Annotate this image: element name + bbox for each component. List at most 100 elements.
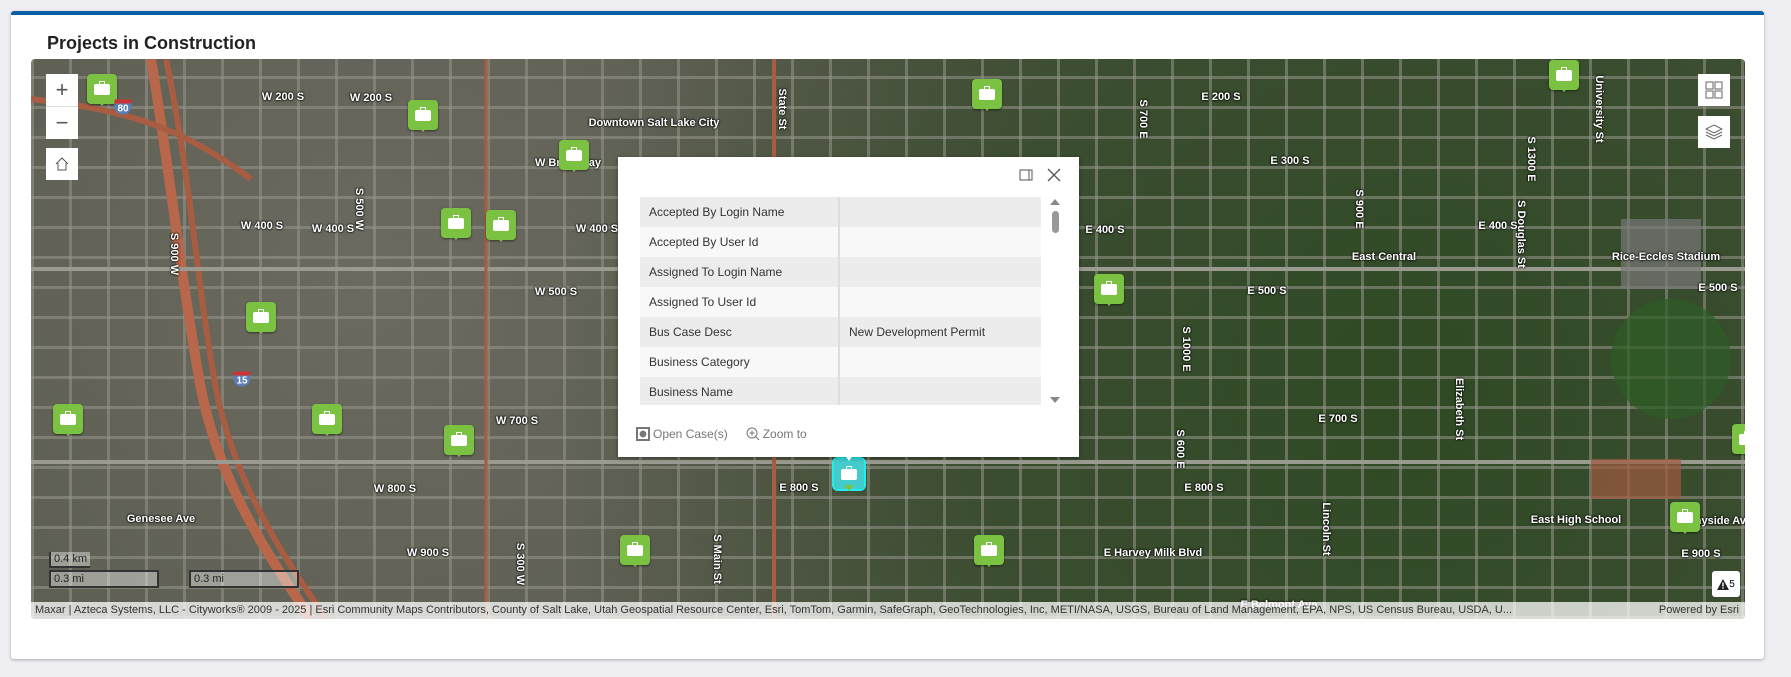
street-label: W 900 S: [406, 547, 450, 559]
street-label: S 500 W: [353, 187, 365, 231]
briefcase-icon: [841, 466, 857, 480]
scroll-thumb[interactable]: [1051, 211, 1059, 233]
open-cases-action[interactable]: Open Case(s): [636, 427, 728, 441]
scroll-up-arrow[interactable]: [1050, 199, 1060, 205]
dock-icon[interactable]: [1019, 169, 1033, 181]
street-label: E 400 S: [1478, 220, 1518, 232]
project-marker[interactable]: [312, 404, 342, 436]
field-name: Bus Case Desc: [640, 317, 840, 347]
briefcase-icon: [94, 81, 110, 95]
project-marker[interactable]: [441, 208, 471, 240]
scroll-down-arrow[interactable]: [1050, 397, 1060, 403]
attribute-row: Assigned To Login Name: [640, 257, 1041, 287]
project-marker[interactable]: [1094, 274, 1124, 306]
briefcase-icon: [451, 432, 467, 446]
briefcase-icon: [319, 411, 335, 425]
project-marker[interactable]: [972, 79, 1002, 111]
street-label: East High School: [1530, 514, 1622, 526]
project-marker[interactable]: [444, 425, 474, 457]
street-label: Elizabeth St: [1453, 377, 1465, 441]
street-label: E 500 S: [1698, 282, 1738, 294]
briefcase-icon: [566, 147, 582, 161]
layers-icon: [1705, 124, 1723, 140]
attribution-bar: Maxar | Azteca Systems, LLC - Cityworks®…: [31, 602, 1745, 619]
home-button[interactable]: [46, 148, 78, 180]
briefcase-icon: [1739, 431, 1745, 445]
powered-by-esri[interactable]: Powered by Esri: [1659, 602, 1739, 619]
project-marker[interactable]: [87, 74, 117, 106]
basemap-gallery-button[interactable]: [1698, 74, 1730, 106]
street-label: E 200 S: [1201, 91, 1241, 103]
street-label: E 300 S: [1270, 155, 1310, 167]
project-marker[interactable]: [1670, 502, 1700, 534]
street-label: S 1300 E: [1525, 136, 1537, 182]
card-title: Projects in Construction: [47, 33, 257, 53]
project-marker[interactable]: [559, 140, 589, 172]
attribute-row: Bus Case Desc New Development Permit: [640, 317, 1041, 347]
street-label: S Douglas St: [1515, 200, 1527, 268]
briefcase-icon: [1677, 509, 1693, 523]
street-label: S Main St: [711, 534, 723, 584]
warnings-button[interactable]: 5: [1712, 571, 1740, 597]
project-marker[interactable]: [408, 100, 438, 132]
street-label: Rice-Eccles Stadium: [1611, 251, 1721, 263]
briefcase-icon: [60, 411, 76, 425]
project-marker[interactable]: [620, 535, 650, 567]
street-label: E 500 S: [1247, 285, 1287, 297]
zoom-to-label: Zoom to: [762, 427, 807, 441]
briefcase-icon: [493, 217, 509, 231]
briefcase-icon: [253, 309, 269, 323]
popup-scrollbar[interactable]: [1050, 197, 1060, 405]
street-label: University St: [1593, 75, 1605, 143]
project-marker[interactable]: [1549, 60, 1579, 92]
close-icon[interactable]: [1047, 168, 1061, 182]
street-label: W 200 S: [349, 92, 393, 104]
checkbox-icon: [636, 427, 650, 441]
project-marker[interactable]: [974, 535, 1004, 567]
field-name: Assigned To Login Name: [640, 257, 840, 287]
briefcase-icon: [1101, 281, 1117, 295]
zoom-to-action[interactable]: Zoom to: [746, 427, 807, 441]
attribute-row: Accepted By Login Name: [640, 197, 1041, 227]
briefcase-icon: [627, 542, 643, 556]
attribution-text[interactable]: Maxar | Azteca Systems, LLC - Cityworks®…: [35, 604, 1512, 616]
street-label: E 400 S: [1085, 224, 1125, 236]
field-name: Assigned To User Id: [640, 287, 840, 317]
street-label: S 900 E: [1353, 189, 1365, 229]
briefcase-icon: [448, 215, 464, 229]
grid-icon: [1705, 81, 1723, 99]
field-name: Accepted By Login Name: [640, 197, 840, 227]
briefcase-icon: [415, 107, 431, 121]
interstate-80-shield: 80: [114, 99, 132, 115]
attribute-row: Business Name: [640, 377, 1041, 405]
project-marker[interactable]: [53, 404, 83, 436]
briefcase-icon: [979, 86, 995, 100]
warning-count: 5: [1729, 578, 1735, 590]
scale-bar-mi: 0.3 mi: [49, 570, 159, 588]
warning-icon: [1717, 578, 1730, 590]
project-marker[interactable]: [246, 302, 276, 334]
zoom-out-button[interactable]: −: [46, 107, 78, 139]
street-label: State St: [776, 88, 788, 130]
project-marker[interactable]: [1732, 424, 1745, 456]
street-label: W 200 S: [261, 91, 305, 103]
street-label: W 500 S: [534, 286, 578, 298]
zoom-in-button[interactable]: +: [46, 74, 78, 107]
street-label: E 800 S: [779, 482, 819, 494]
street-label: W 400 S: [311, 223, 355, 235]
open-cases-label: Open Case(s): [653, 427, 728, 441]
street-label: Lincoln St: [1320, 502, 1332, 556]
interstate-15-shield: 15: [233, 371, 251, 387]
map-view[interactable]: W 200 SW 200 SDowntown Salt Lake CityW B…: [31, 59, 1745, 619]
map-card: Projects in Construction W 200 S W 200 S D…: [11, 11, 1764, 659]
attribute-table: Accepted By Login Name Accepted By User I…: [640, 197, 1041, 405]
street-label: S 1000 E: [1180, 326, 1192, 372]
street-label: W 800 S: [373, 483, 417, 495]
feature-popup: Accepted By Login Name Accepted By User I…: [618, 157, 1079, 461]
attribute-row: Business Category: [640, 347, 1041, 377]
street-label: East Central: [1351, 251, 1417, 263]
street-label: Downtown Salt Lake City: [588, 117, 720, 129]
project-marker[interactable]: [486, 210, 516, 242]
street-label: S 300 W: [514, 542, 526, 586]
layer-list-button[interactable]: [1698, 116, 1730, 148]
